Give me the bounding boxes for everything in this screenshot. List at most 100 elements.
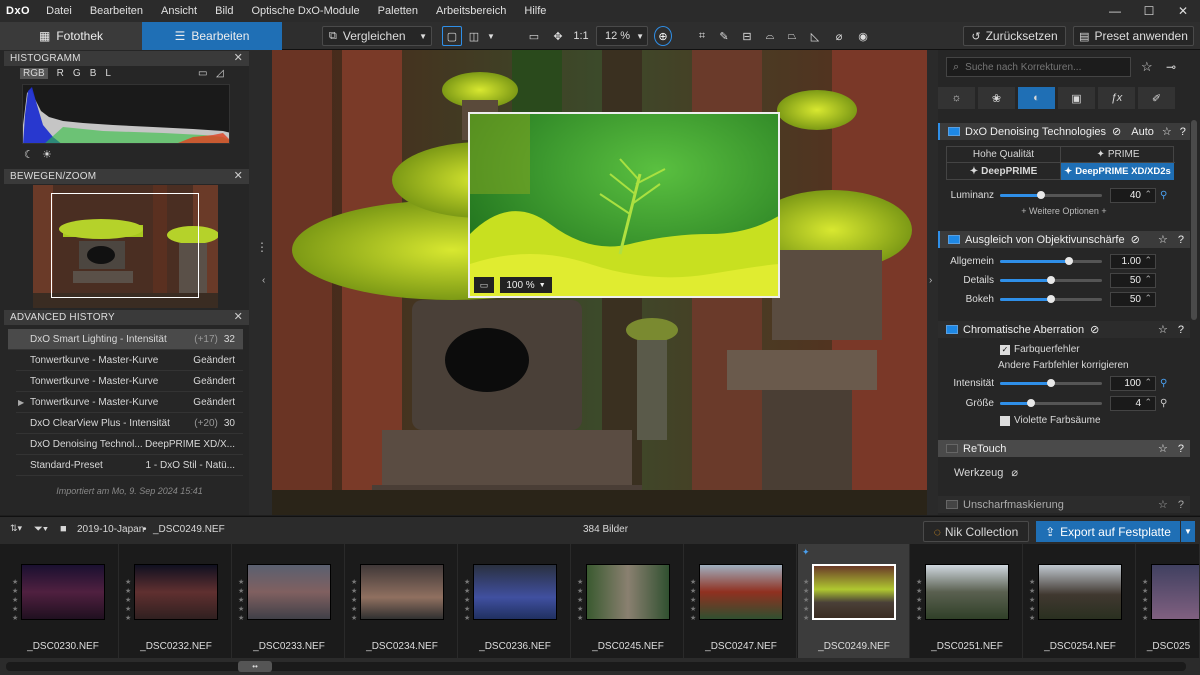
horizon-icon[interactable]: ⊟ — [738, 26, 756, 46]
zoom-rectangle[interactable] — [51, 193, 199, 298]
close-icon[interactable]: ✕ — [234, 169, 243, 182]
loupe-mode-icon[interactable]: ▭ — [474, 277, 494, 293]
fit-icon[interactable]: ▭ — [526, 26, 542, 46]
maximize-icon[interactable]: ☐ — [1132, 0, 1166, 22]
thumbnail-selected[interactable]: ✦ ★ ★ ★ ★ ★ _DSC0249.NEF — [798, 544, 910, 658]
channel-l[interactable]: L — [105, 68, 111, 79]
menu-bild[interactable]: Bild — [207, 5, 243, 17]
star-icon[interactable]: ☆ — [1162, 125, 1172, 138]
eyedropper-icon[interactable]: ✎ — [716, 26, 732, 46]
navigator-thumbnail[interactable] — [33, 185, 218, 308]
chevron-left-icon[interactable]: ‹ — [262, 275, 265, 286]
perspective-icon[interactable]: ⌓ — [762, 26, 778, 46]
right-scrollbar[interactable] — [1191, 120, 1197, 320]
apply-preset-button[interactable]: ▤ Preset anwenden — [1073, 26, 1194, 46]
favorite-star-icon[interactable]: ☆ — [1141, 59, 1153, 75]
detail-tab-icon[interactable]: ◐ — [1018, 87, 1055, 109]
help-icon[interactable]: ? — [1180, 126, 1186, 138]
chevron-right-icon[interactable]: › — [929, 275, 932, 286]
channel-g[interactable]: G — [73, 68, 81, 79]
lens-general-slider[interactable] — [1000, 256, 1102, 265]
menu-bearbeiten[interactable]: Bearbeiten — [82, 5, 153, 17]
light-tab-icon[interactable]: ☼ — [938, 87, 975, 109]
loupe-window[interactable]: ▭ 100 % ▼ — [468, 112, 780, 298]
option-prime[interactable]: ✦ PRIME — [1061, 147, 1175, 163]
magic-wand-icon[interactable]: ⚲ — [1160, 190, 1167, 201]
help-icon[interactable]: ? — [1178, 499, 1184, 511]
chromatic-checkbox[interactable] — [946, 325, 958, 334]
retouch-header[interactable]: ReTouch ☆ ? — [938, 440, 1190, 457]
collapse-left-icon[interactable]: ⋮ — [256, 240, 268, 254]
violet-checkbox[interactable] — [1000, 415, 1010, 426]
close-window-icon[interactable]: ✕ — [1166, 0, 1200, 22]
sort-icon[interactable]: ⇅▾ — [10, 523, 22, 534]
menu-ansicht[interactable]: Ansicht — [153, 5, 207, 17]
luminance-value[interactable]: 40 — [1110, 187, 1156, 203]
lens-bokeh-value[interactable]: 50 — [1110, 291, 1156, 307]
ratio-button[interactable]: 1:1 — [572, 26, 590, 46]
view-mode-chevron-icon[interactable]: ▼ — [485, 26, 497, 46]
repair-icon[interactable]: ⌀ — [830, 26, 848, 46]
scroll-track[interactable] — [6, 662, 1186, 671]
violet-option[interactable]: Violette Farbsäume — [1000, 415, 1101, 426]
luminance-slider[interactable] — [1000, 190, 1102, 199]
history-row[interactable]: DxO Smart Lighting - Intensität (+17) 32 — [8, 329, 243, 350]
unsharp-mask-checkbox[interactable] — [946, 500, 958, 509]
thumbnail[interactable]: ★ ★ ★ ★ ★ _DSC0234.NEF — [346, 544, 458, 658]
single-view-icon[interactable]: ▢ — [442, 26, 462, 46]
eye-slash-icon[interactable]: ⊘ — [1112, 125, 1121, 138]
compare-button[interactable]: ⧉ Vergleichen ▼ — [322, 26, 432, 46]
menu-optische-module[interactable]: Optische DxO-Module — [243, 5, 369, 17]
right-splitter[interactable]: › — [927, 50, 938, 515]
history-row[interactable]: ▶ Tonwertkurve - Master-Kurve Geändert — [16, 392, 243, 413]
star-icon[interactable]: ☆ — [1158, 498, 1168, 511]
tab-bearbeiten[interactable]: ☰ Bearbeiten — [142, 22, 282, 50]
thumbnail[interactable]: ★ ★ ★ ★ ★ _DSC0236.NEF — [459, 544, 571, 658]
lens-bokeh-slider[interactable] — [1000, 294, 1102, 303]
rating-stars[interactable]: ★ ★ ★ ★ ★ — [916, 578, 924, 623]
magic-wand-icon[interactable]: ⚲ — [1160, 378, 1167, 389]
denoise-enable-checkbox[interactable] — [948, 127, 960, 136]
magic-wand-icon[interactable]: ⚲ — [1160, 398, 1167, 409]
gamut-icon[interactable]: ◿ — [216, 68, 224, 79]
eye-slash-icon[interactable]: ⊘ — [1090, 323, 1099, 336]
left-splitter[interactable]: ⋮ ‹ — [249, 50, 272, 515]
folder-name[interactable]: 2019-10-Japan — [77, 524, 144, 535]
rating-stars[interactable]: ★ ★ ★ ★ ★ — [803, 578, 811, 623]
menu-paletten[interactable]: Paletten — [370, 5, 428, 17]
thumbnail[interactable]: ★ ★ ★ ★ ★ _DSC0251.NEF — [911, 544, 1023, 658]
rating-stars[interactable]: ★ ★ ★ ★ ★ — [464, 578, 472, 623]
export-menu-chevron-icon[interactable]: ▼ — [1181, 521, 1195, 542]
fringe-option[interactable]: ✓ Farbquerfehler — [1000, 344, 1080, 355]
help-icon[interactable]: ? — [1178, 234, 1184, 246]
filmstrip-scrollbar[interactable]: •• — [0, 658, 1200, 675]
expand-triangle-icon[interactable]: ▶ — [18, 398, 24, 407]
chroma-size-slider[interactable] — [1000, 398, 1102, 407]
close-icon[interactable]: ✕ — [234, 51, 243, 64]
search-input[interactable] — [965, 61, 1116, 73]
thumbnail[interactable]: ★ ★ ★ ★ ★ _DSC025 — [1137, 544, 1200, 658]
help-icon[interactable]: ? — [1178, 324, 1184, 336]
history-row[interactable]: DxO Denoising Technol... DeepPRIME XD/X.… — [16, 434, 243, 455]
rating-stars[interactable]: ★ ★ ★ ★ ★ — [1029, 578, 1037, 623]
option-deepprime-xd[interactable]: ✦ DeepPRIME XD/XD2s — [1061, 163, 1174, 180]
effects-tab-icon[interactable]: ƒx — [1098, 87, 1135, 109]
lens-details-slider[interactable] — [1000, 275, 1102, 284]
zoom-select[interactable]: 12 % ▼ — [596, 26, 648, 46]
rating-stars[interactable]: ★ ★ ★ ★ ★ — [577, 578, 585, 623]
sun-icon[interactable]: ☀ — [42, 148, 52, 161]
rating-stars[interactable]: ★ ★ ★ ★ ★ — [12, 578, 20, 623]
zoom-in-icon[interactable]: ⊕ — [654, 26, 672, 46]
star-icon[interactable]: ☆ — [1158, 323, 1168, 336]
geometry-tab-icon[interactable]: ▣ — [1058, 87, 1095, 109]
chroma-intensity-slider[interactable] — [1000, 378, 1102, 387]
crop-icon[interactable]: ⌗ — [694, 26, 710, 46]
retouch-checkbox[interactable] — [946, 444, 958, 453]
moon-icon[interactable]: ☾ — [24, 148, 34, 161]
split-view-icon[interactable]: ◫ — [465, 26, 483, 46]
history-row[interactable]: DxO ClearView Plus - Intensität (+20) 30 — [16, 413, 243, 434]
preview-eye-icon[interactable]: ◉ — [854, 26, 872, 46]
chromatic-header[interactable]: Chromatische Aberration ⊘ ☆ ? — [938, 321, 1190, 338]
keystone-icon[interactable]: ⏢ — [784, 26, 800, 46]
history-row[interactable]: Tonwertkurve - Master-Kurve Geändert — [16, 350, 243, 371]
